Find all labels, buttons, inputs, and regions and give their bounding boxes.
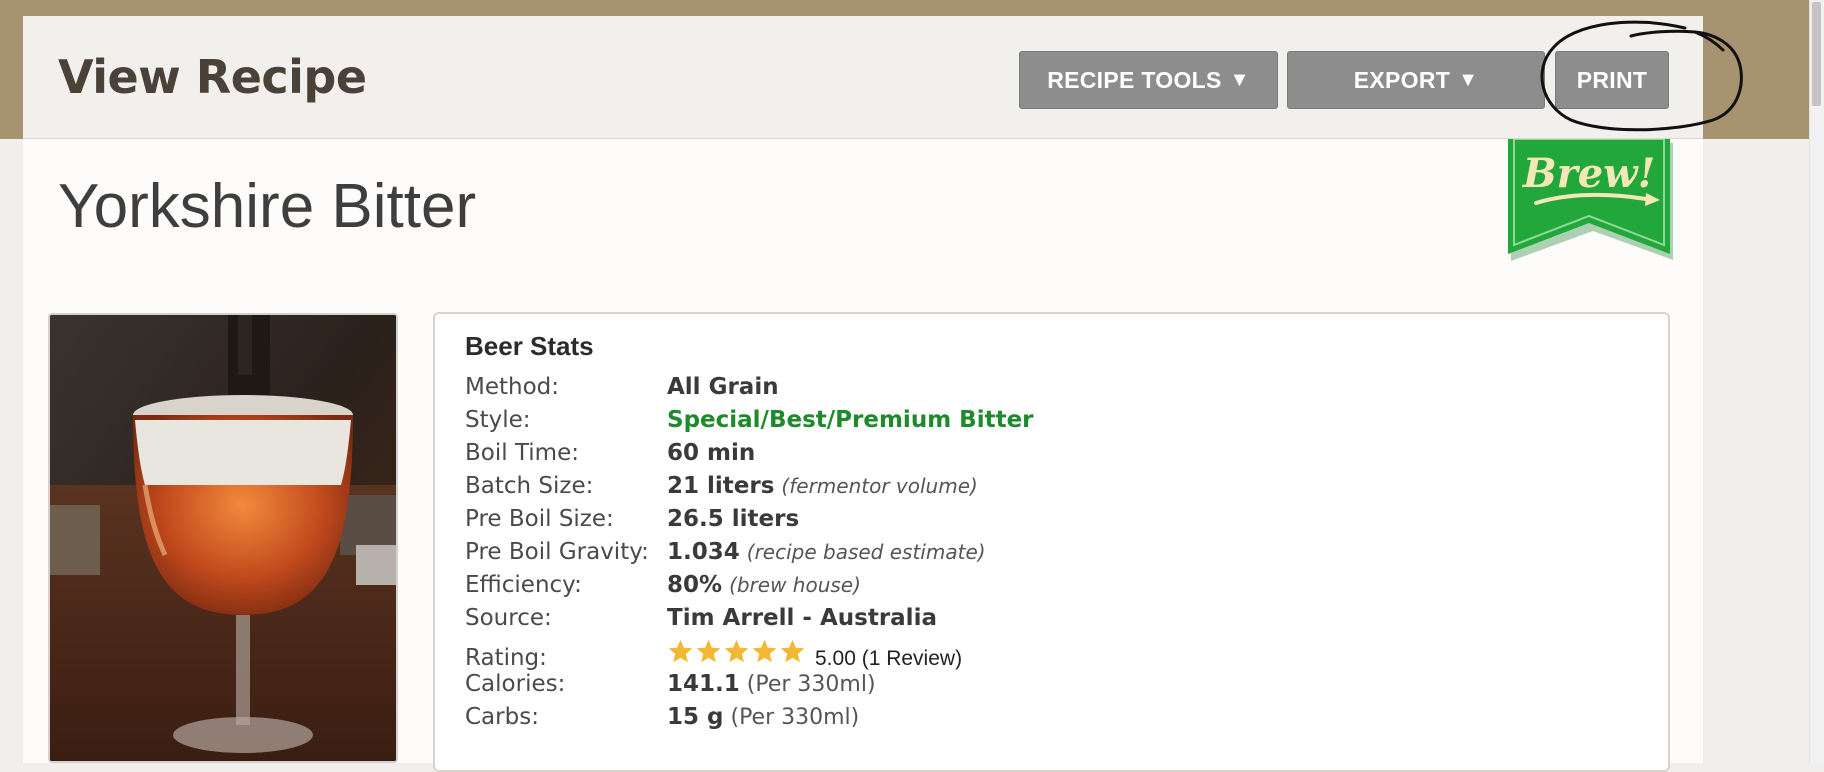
stat-value: Tim Arrell - Australia (667, 605, 937, 631)
recipe-tools-label: RECIPE TOOLS (1047, 66, 1222, 93)
stat-carbs: Carbs: 15 g (Per 330ml) (465, 704, 859, 737)
stat-label: Source: (465, 605, 552, 631)
scrollbar[interactable] (1809, 0, 1824, 763)
brew-badge-text: Brew! (1522, 150, 1655, 197)
rating-stars[interactable] (667, 638, 806, 665)
recipe-photo (48, 313, 398, 763)
stat-label: Rating: (465, 645, 547, 671)
beer-stats-heading: Beer Stats (465, 331, 594, 361)
star-icon[interactable] (751, 638, 778, 665)
stat-boil-time: Boil Time: 60 min (465, 440, 755, 473)
brew-badge[interactable]: Brew! (1508, 139, 1673, 264)
star-icon[interactable] (667, 638, 694, 665)
caret-down-icon: ▼ (1458, 68, 1479, 91)
stat-source: Source: Tim Arrell - Australia (465, 605, 937, 638)
stat-value: 141.1 (667, 671, 740, 697)
stat-pre-boil-gravity: Pre Boil Gravity: 1.034 (recipe based es… (465, 539, 986, 572)
stat-note: (recipe based estimate) (746, 540, 986, 564)
stat-method: Method: All Grain (465, 374, 779, 407)
rating-text[interactable]: 5.00 (1 Review) (815, 647, 962, 671)
stat-note: (Per 330ml) (746, 672, 876, 697)
stat-value: 15 g (667, 704, 724, 730)
stat-label: Batch Size: (465, 473, 594, 499)
stat-note: (fermentor volume) (781, 474, 978, 498)
stat-note: (brew house) (729, 573, 861, 597)
stat-label: Style: (465, 407, 531, 433)
stat-value: 60 min (667, 440, 756, 466)
page-header: View Recipe RECIPE TOOLS ▼ EXPORT ▼ PRIN… (23, 16, 1703, 139)
stat-calories: Calories: 141.1 (Per 330ml) (465, 671, 876, 704)
star-icon[interactable] (779, 638, 806, 665)
stat-label: Method: (465, 374, 560, 400)
stat-label: Carbs: (465, 704, 539, 730)
stat-label: Calories: (465, 671, 566, 697)
scrollbar-thumb[interactable] (1812, 2, 1821, 106)
star-icon[interactable] (723, 638, 750, 665)
print-button[interactable]: PRINT (1555, 51, 1669, 109)
recipe-title: Yorkshire Bitter (58, 172, 477, 241)
stat-efficiency: Efficiency: 80% (brew house) (465, 572, 861, 605)
print-label: PRINT (1576, 66, 1648, 93)
stat-value: 26.5 liters (667, 506, 800, 532)
export-button[interactable]: EXPORT ▼ (1287, 51, 1545, 109)
caret-down-icon: ▼ (1229, 68, 1250, 91)
stat-batch-size: Batch Size: 21 liters (fermentor volume) (465, 473, 978, 506)
recipe-tools-button[interactable]: RECIPE TOOLS ▼ (1019, 51, 1278, 109)
stat-pre-boil-size: Pre Boil Size: 26.5 liters (465, 506, 799, 539)
stat-label: Efficiency: (465, 572, 582, 598)
stat-label: Pre Boil Gravity: (465, 539, 649, 565)
main-content: Yorkshire Bitter Brew! Beer Stats Method… (23, 139, 1703, 772)
stat-value: 80% (667, 572, 723, 598)
star-icon[interactable] (695, 638, 722, 665)
export-label: EXPORT (1353, 66, 1451, 93)
stat-value: All Grain (667, 374, 779, 400)
page-title: View Recipe (58, 50, 367, 104)
beer-glass-image (50, 315, 396, 761)
stat-value: 21 liters (667, 473, 775, 499)
beer-stats-card: Beer Stats Method: All Grain Style: Spec… (433, 312, 1670, 772)
stat-rating: Rating: 5.00 (1 Review) (465, 638, 962, 671)
stat-note: (Per 330ml) (730, 705, 860, 730)
stat-label: Boil Time: (465, 440, 579, 466)
stat-value: 1.034 (667, 539, 740, 565)
stat-label: Pre Boil Size: (465, 506, 614, 532)
stat-style: Style: Special/Best/Premium Bitter (465, 407, 1034, 440)
style-link[interactable]: Special/Best/Premium Bitter (667, 407, 1034, 433)
